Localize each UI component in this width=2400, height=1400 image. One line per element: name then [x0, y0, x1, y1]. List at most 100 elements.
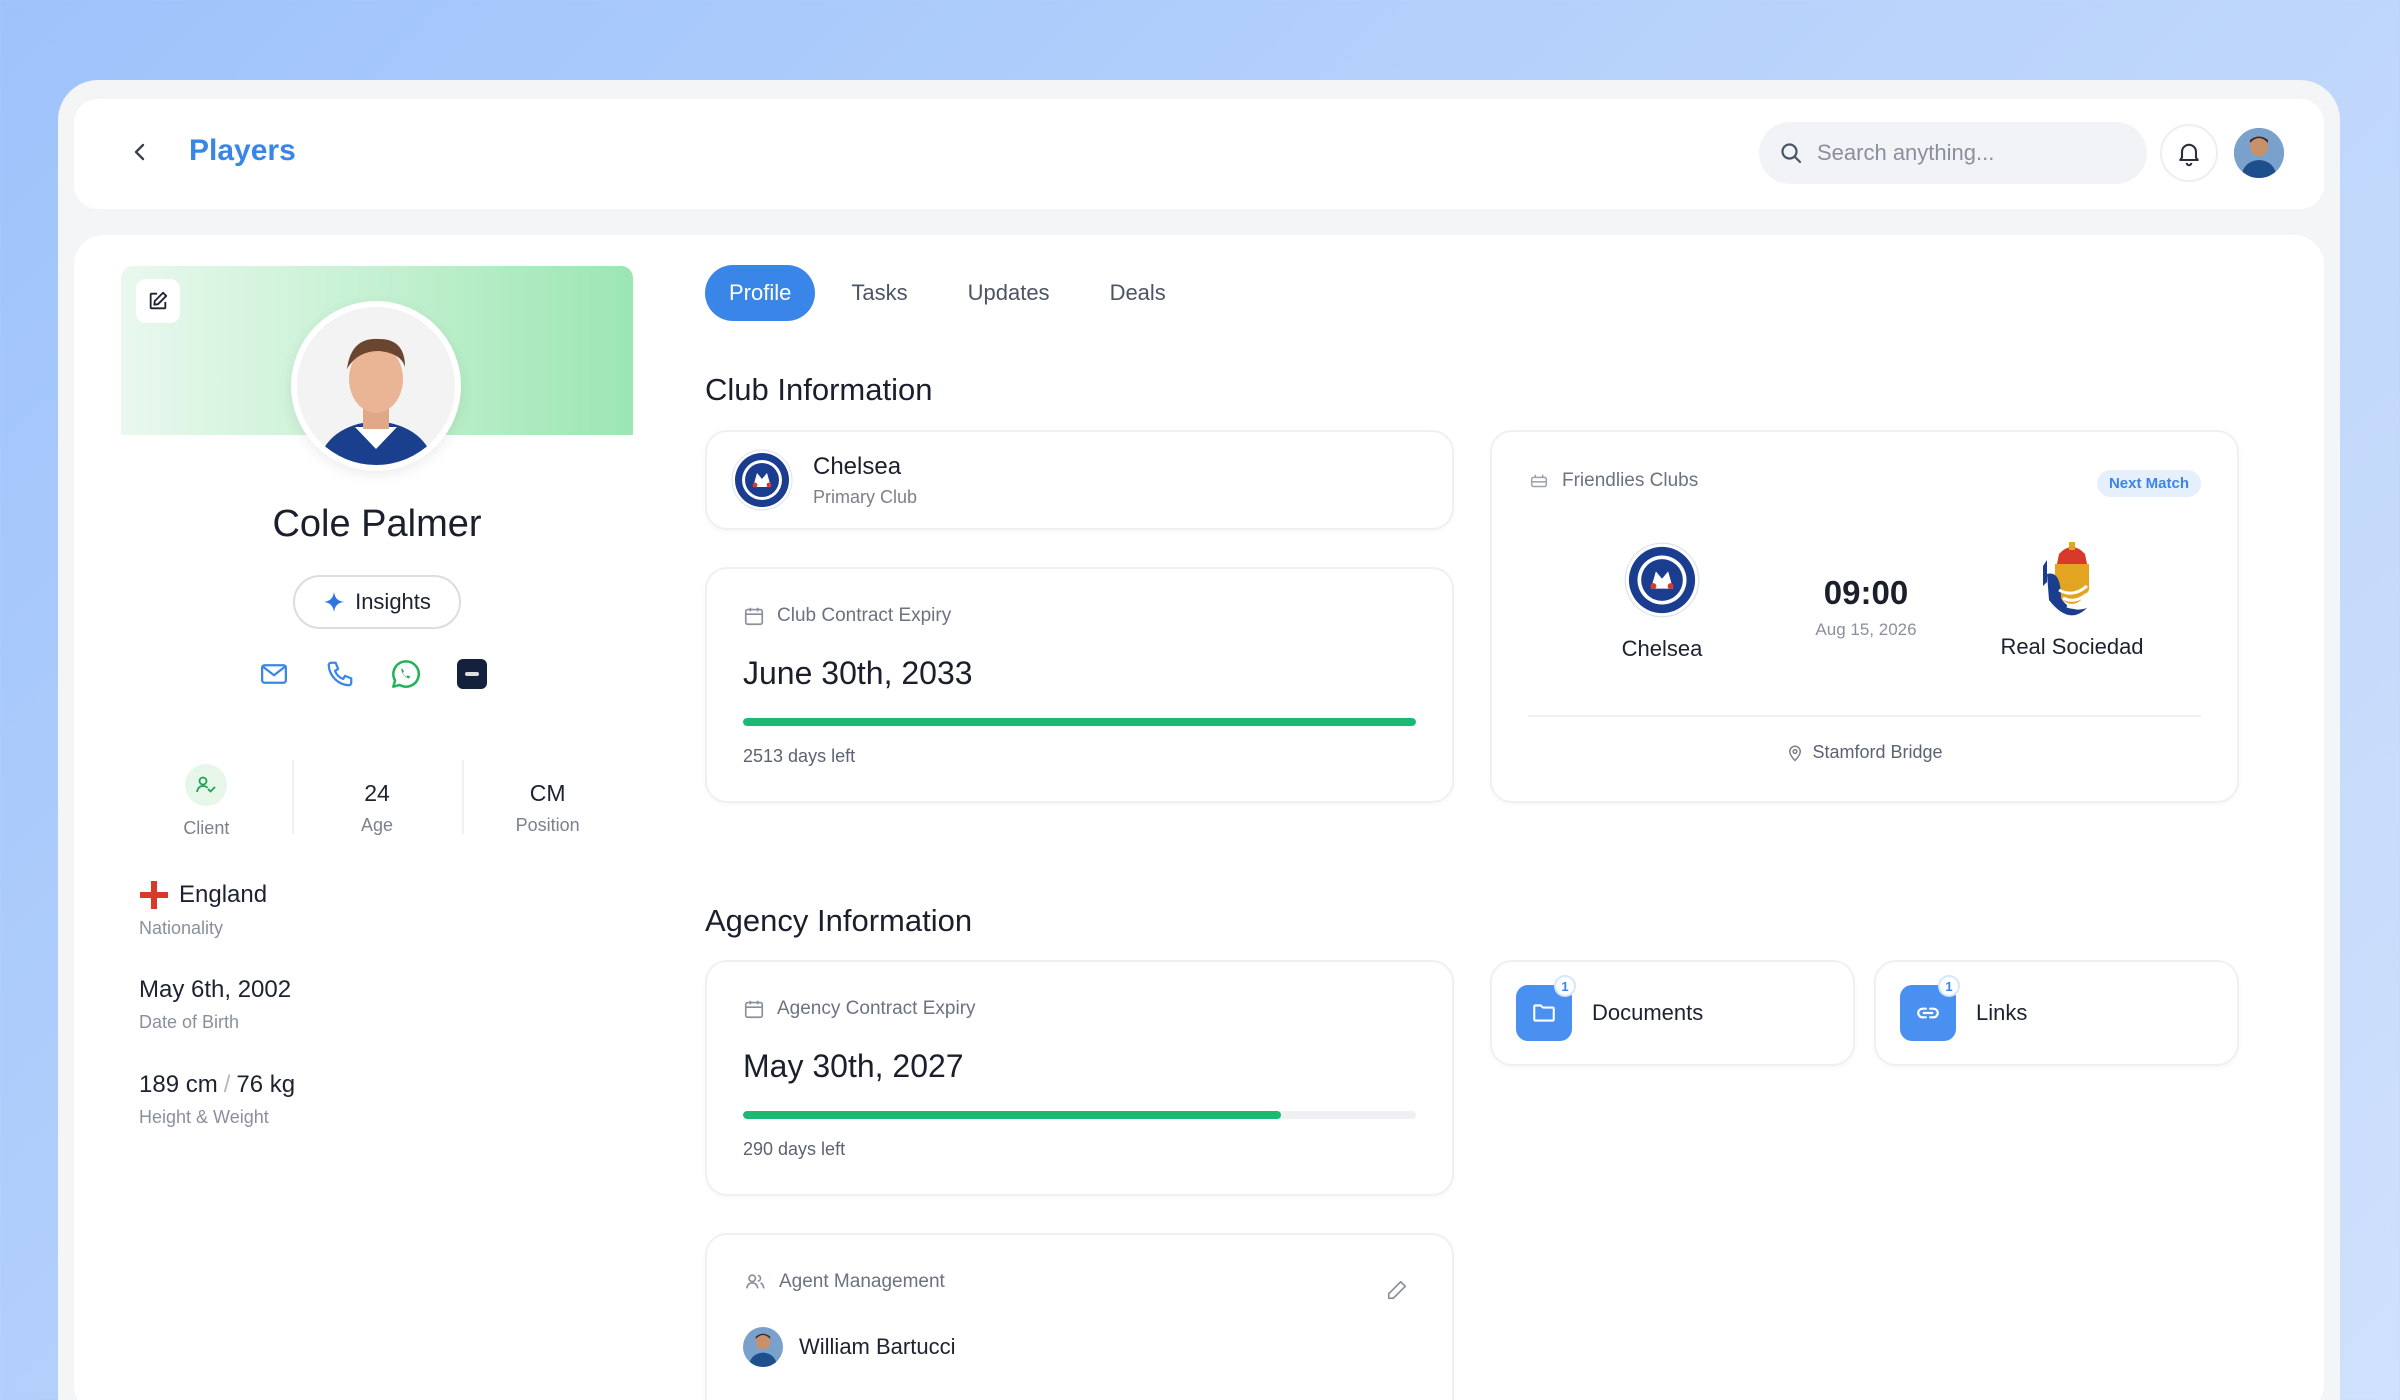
user-avatar[interactable]	[2234, 128, 2284, 178]
club-info-title: Club Information	[705, 372, 933, 407]
phone-button[interactable]	[324, 658, 356, 690]
away-team: Real Sociedad	[1972, 540, 2172, 660]
search-bar[interactable]	[1759, 122, 2147, 184]
agency-contract-label: Agency Contract Expiry	[777, 998, 976, 1019]
tab-updates[interactable]: Updates	[944, 265, 1074, 321]
whatsapp-button[interactable]	[390, 658, 422, 690]
match-time: 09:00	[1823, 574, 1909, 611]
agency-info-title: Agency Information	[705, 903, 973, 938]
agency-contract-progress-fill	[743, 1111, 1282, 1119]
agent-name: William Bartucci	[799, 1334, 956, 1359]
links-count: 1	[1938, 975, 1960, 997]
friendlies-label: Friendlies Clubs	[1562, 470, 1699, 491]
height-weight-label: Height & Weight	[139, 1107, 269, 1127]
links-card[interactable]: 1 Links	[1874, 960, 2239, 1066]
notifications-button[interactable]	[2160, 124, 2218, 182]
sparkle-icon	[323, 591, 345, 613]
edit-profile-button[interactable]	[136, 279, 180, 323]
agent-management-card: Agent Management William Bartucci	[705, 1233, 1454, 1400]
links-label: Links	[1976, 1000, 2028, 1025]
stat-age: 24 Age	[291, 760, 463, 840]
email-button[interactable]	[258, 658, 290, 690]
calendar-icon	[744, 607, 764, 626]
back-button[interactable]	[125, 137, 155, 167]
chelsea-crest-icon	[1624, 542, 1700, 618]
player-name: Cole Palmer	[272, 503, 482, 545]
club-contract-label: Club Contract Expiry	[777, 605, 952, 626]
stat-position: CM Position	[462, 760, 633, 840]
client-badge	[185, 764, 228, 806]
users-icon	[745, 1274, 765, 1289]
agent-avatar-icon	[743, 1327, 783, 1367]
link-icon	[1917, 1007, 1939, 1019]
player-photo-icon	[297, 307, 455, 465]
nationality-info: England Nationality	[139, 880, 267, 939]
club-contract-progress-fill	[743, 718, 1416, 726]
contact-icons	[258, 658, 488, 690]
documents-button[interactable]: 1	[1516, 975, 1576, 1041]
stat-label: Position	[515, 815, 580, 835]
match-date: Aug 15, 2026	[1815, 620, 1917, 639]
club-contract-date: June 30th, 2033	[743, 655, 973, 691]
real-sociedad-crest-icon	[2043, 542, 2089, 616]
chevron-left-icon	[134, 143, 145, 161]
home-team-name: Chelsea	[1621, 636, 1703, 661]
nationality-label: Nationality	[139, 918, 224, 938]
tab-deals[interactable]: Deals	[1086, 265, 1190, 321]
primary-club-name: Chelsea	[813, 452, 902, 480]
chelsea-crest-icon	[731, 449, 793, 511]
height-weight-info: 189 cm / 76 kg Height & Weight	[139, 1071, 295, 1128]
edit-agent-button[interactable]	[1386, 1279, 1408, 1306]
documents-label: Documents	[1592, 1000, 1704, 1025]
insights-button[interactable]: Insights	[293, 575, 461, 629]
primary-club-card[interactable]: Chelsea Primary Club	[705, 430, 1454, 530]
nationality-value: England	[179, 881, 268, 908]
agency-contract-card: Agency Contract Expiry May 30th, 2027 29…	[705, 960, 1454, 1196]
agent-avatar	[743, 1327, 783, 1367]
page-title: Players	[189, 134, 296, 167]
folder-icon	[1533, 1004, 1555, 1022]
tab-profile[interactable]: Profile	[705, 265, 816, 321]
agent-row[interactable]: William Bartucci	[743, 1327, 1416, 1367]
profile-photo	[291, 301, 461, 471]
bell-icon	[2179, 143, 2199, 167]
match-venue: Stamford Bridge	[1812, 742, 1943, 762]
player-stats: Client 24 Age CM Position	[121, 760, 633, 840]
mail-icon	[261, 664, 287, 684]
club-contract-progress	[743, 718, 1416, 726]
tab-tasks[interactable]: Tasks	[827, 265, 931, 321]
home-team: Chelsea	[1582, 542, 1742, 662]
messaging-app-button[interactable]	[456, 658, 488, 690]
england-flag-icon	[140, 881, 168, 909]
location-pin-icon	[1789, 745, 1802, 762]
next-match-badge: Next Match	[2096, 470, 2201, 497]
agency-contract-date: May 30th, 2027	[743, 1048, 964, 1084]
documents-count: 1	[1554, 975, 1576, 997]
whatsapp-icon	[392, 660, 421, 688]
stat-client: Client	[121, 760, 292, 840]
stat-value: CM	[529, 780, 566, 806]
stadium-icon	[1530, 474, 1548, 488]
weight-value: 76 kg	[236, 1071, 296, 1098]
pencil-icon	[1387, 1280, 1407, 1300]
away-team-name: Real Sociedad	[2000, 634, 2144, 659]
club-contract-days-left: 2513 days left	[743, 746, 856, 766]
dob-value: May 6th, 2002	[139, 976, 292, 1003]
match-time-block: 09:00 Aug 15, 2026	[1756, 574, 1976, 640]
dob-label: Date of Birth	[139, 1012, 240, 1032]
links-button[interactable]: 1	[1900, 975, 1960, 1041]
profile-tabs: Profile Tasks Updates Deals	[705, 265, 1190, 321]
friendlies-card[interactable]: Friendlies Clubs Next Match Chelsea 09:0…	[1490, 430, 2239, 803]
height-value: 189 cm	[139, 1071, 218, 1098]
club-contract-card: Club Contract Expiry June 30th, 2033 251…	[705, 567, 1454, 803]
documents-card[interactable]: 1 Documents	[1490, 960, 1855, 1066]
stat-value: 24	[364, 780, 390, 806]
divider	[1528, 715, 2201, 717]
search-input[interactable]	[1817, 140, 2117, 166]
agency-contract-progress	[743, 1111, 1416, 1119]
dob-info: May 6th, 2002 Date of Birth	[139, 976, 291, 1033]
user-check-icon	[196, 776, 216, 793]
calendar-icon	[744, 1000, 764, 1019]
insights-label: Insights	[355, 589, 431, 614]
phone-icon	[327, 661, 353, 687]
